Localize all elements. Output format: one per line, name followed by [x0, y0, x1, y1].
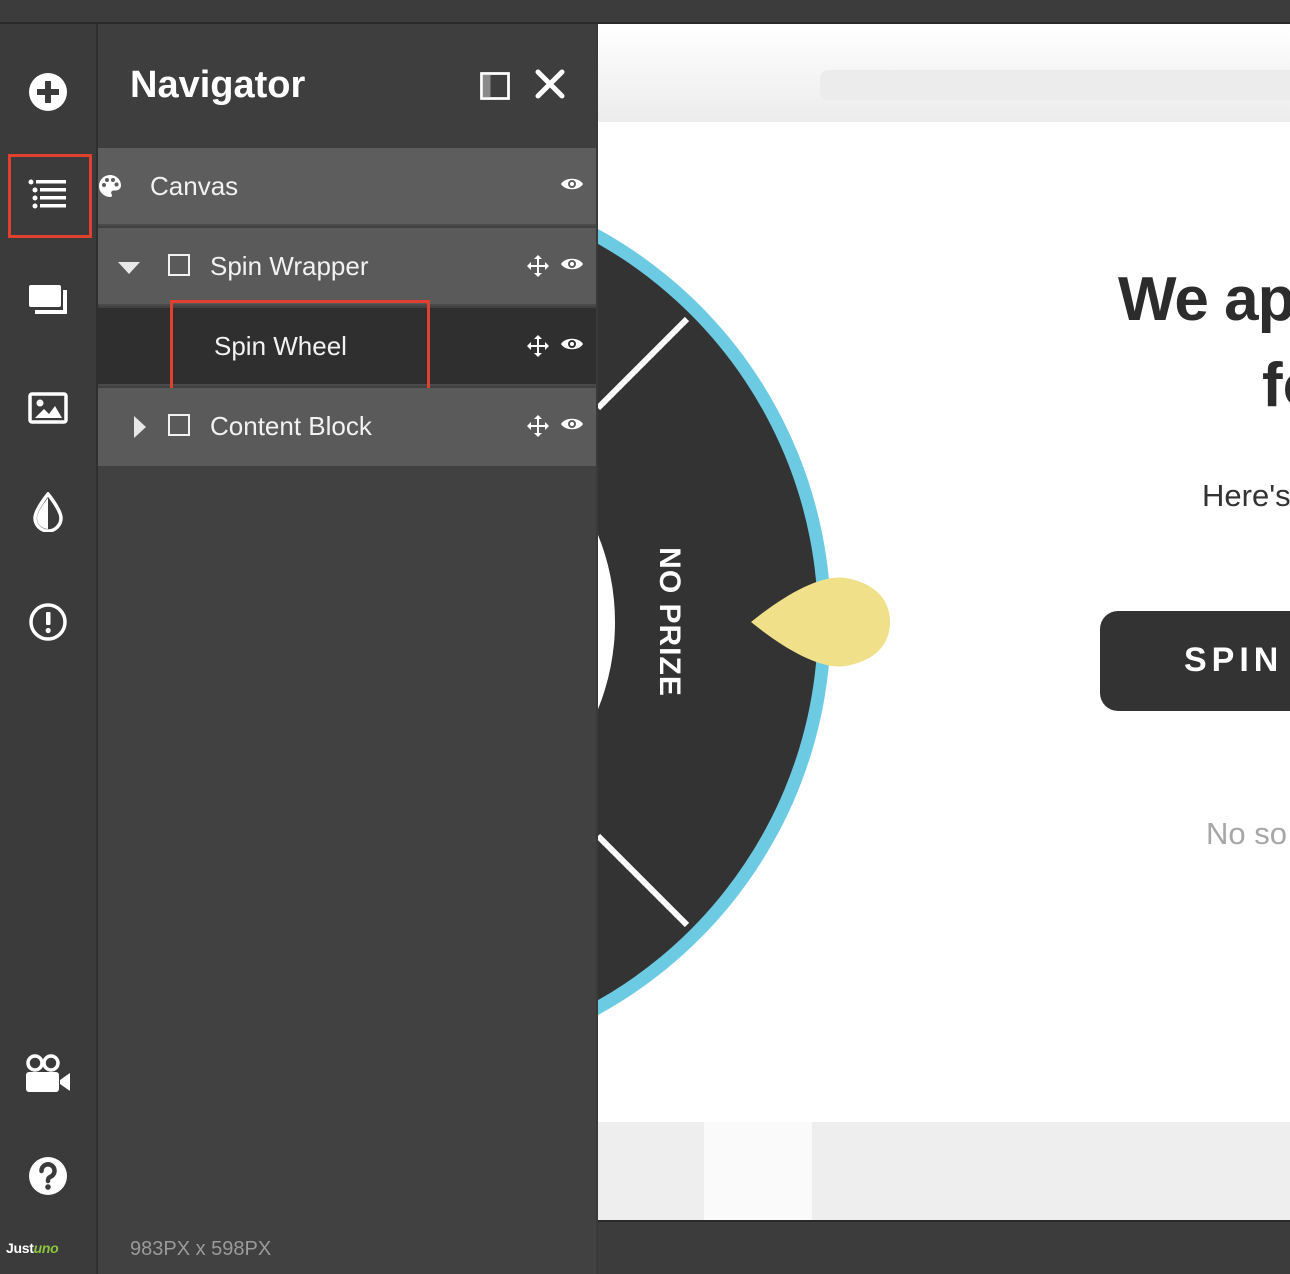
element-box-icon: [168, 414, 190, 436]
styles-button[interactable]: [0, 472, 96, 552]
tree-item-content-block[interactable]: Content Block: [98, 388, 596, 466]
add-element-button[interactable]: [0, 52, 96, 132]
preview-canvas[interactable]: NO PRIZE We ap fo Here's SPIN No so: [598, 24, 1290, 1220]
preview-bottom-light-block: [704, 1122, 812, 1220]
close-icon: [535, 69, 565, 99]
navigator-panel: Navigator Canvas Spin Wrapper Spin Wheel…: [98, 24, 596, 1274]
help-button[interactable]: [0, 1136, 96, 1216]
image-icon: [28, 392, 68, 424]
images-button[interactable]: [0, 368, 96, 448]
headline-line-2: fo: [1262, 351, 1290, 420]
video-tutorial-button[interactable]: [0, 1034, 96, 1114]
headline-line-1: We ap: [1118, 265, 1290, 334]
preview-address-bar: [820, 70, 1290, 100]
add-icon: [29, 73, 67, 111]
video-camera-icon: [26, 1054, 70, 1092]
palette-icon: [99, 175, 121, 197]
alerts-button[interactable]: [0, 582, 96, 662]
decline-link[interactable]: No so: [1206, 816, 1287, 852]
help-icon: [29, 1157, 67, 1195]
visibility-eye-icon[interactable]: [560, 336, 584, 352]
canvas-dimensions: 983PX x 598PX: [130, 1238, 272, 1260]
move-handle-icon[interactable]: [526, 334, 550, 358]
brand-logo: Justuno: [6, 1240, 59, 1256]
expand-triangle-icon[interactable]: [134, 416, 146, 438]
visibility-eye-icon[interactable]: [560, 416, 584, 432]
alert-icon: [29, 603, 67, 641]
subtext: Here's: [1202, 478, 1290, 513]
top-bar: [0, 0, 1290, 24]
tree-item-label: Canvas: [150, 171, 239, 201]
collapse-triangle-icon[interactable]: [118, 262, 140, 274]
dock-panel-icon: [480, 72, 510, 100]
spin-button[interactable]: SPIN: [1100, 611, 1290, 711]
element-box-icon: [168, 254, 190, 276]
tree-item-label: Spin Wrapper: [210, 251, 369, 281]
tree-item-label: Content Block: [210, 411, 372, 441]
visibility-eye-icon[interactable]: [560, 176, 584, 192]
spin-wheel-highlight: [170, 300, 430, 398]
preview-bottom-band: [598, 1122, 1290, 1220]
close-navigator-button[interactable]: [534, 68, 566, 105]
navigator-button-highlight: [8, 154, 92, 238]
move-handle-icon[interactable]: [526, 414, 550, 438]
layers-icon: [29, 285, 67, 314]
dock-panel-button[interactable]: [480, 72, 510, 105]
tree-item-canvas[interactable]: Canvas: [98, 148, 596, 226]
move-handle-icon[interactable]: [526, 254, 550, 278]
layers-button[interactable]: [0, 260, 96, 340]
color-drop-icon: [33, 492, 63, 532]
tree-item-spin-wrapper[interactable]: Spin Wrapper: [98, 228, 596, 306]
tool-rail: Justuno: [0, 24, 98, 1274]
bottom-strip: [598, 1220, 1290, 1274]
navigator-title: Navigator: [130, 64, 306, 106]
navigator-header: Navigator: [98, 24, 596, 148]
visibility-eye-icon[interactable]: [560, 256, 584, 272]
wheel-segment-label: NO PRIZE: [653, 547, 686, 697]
